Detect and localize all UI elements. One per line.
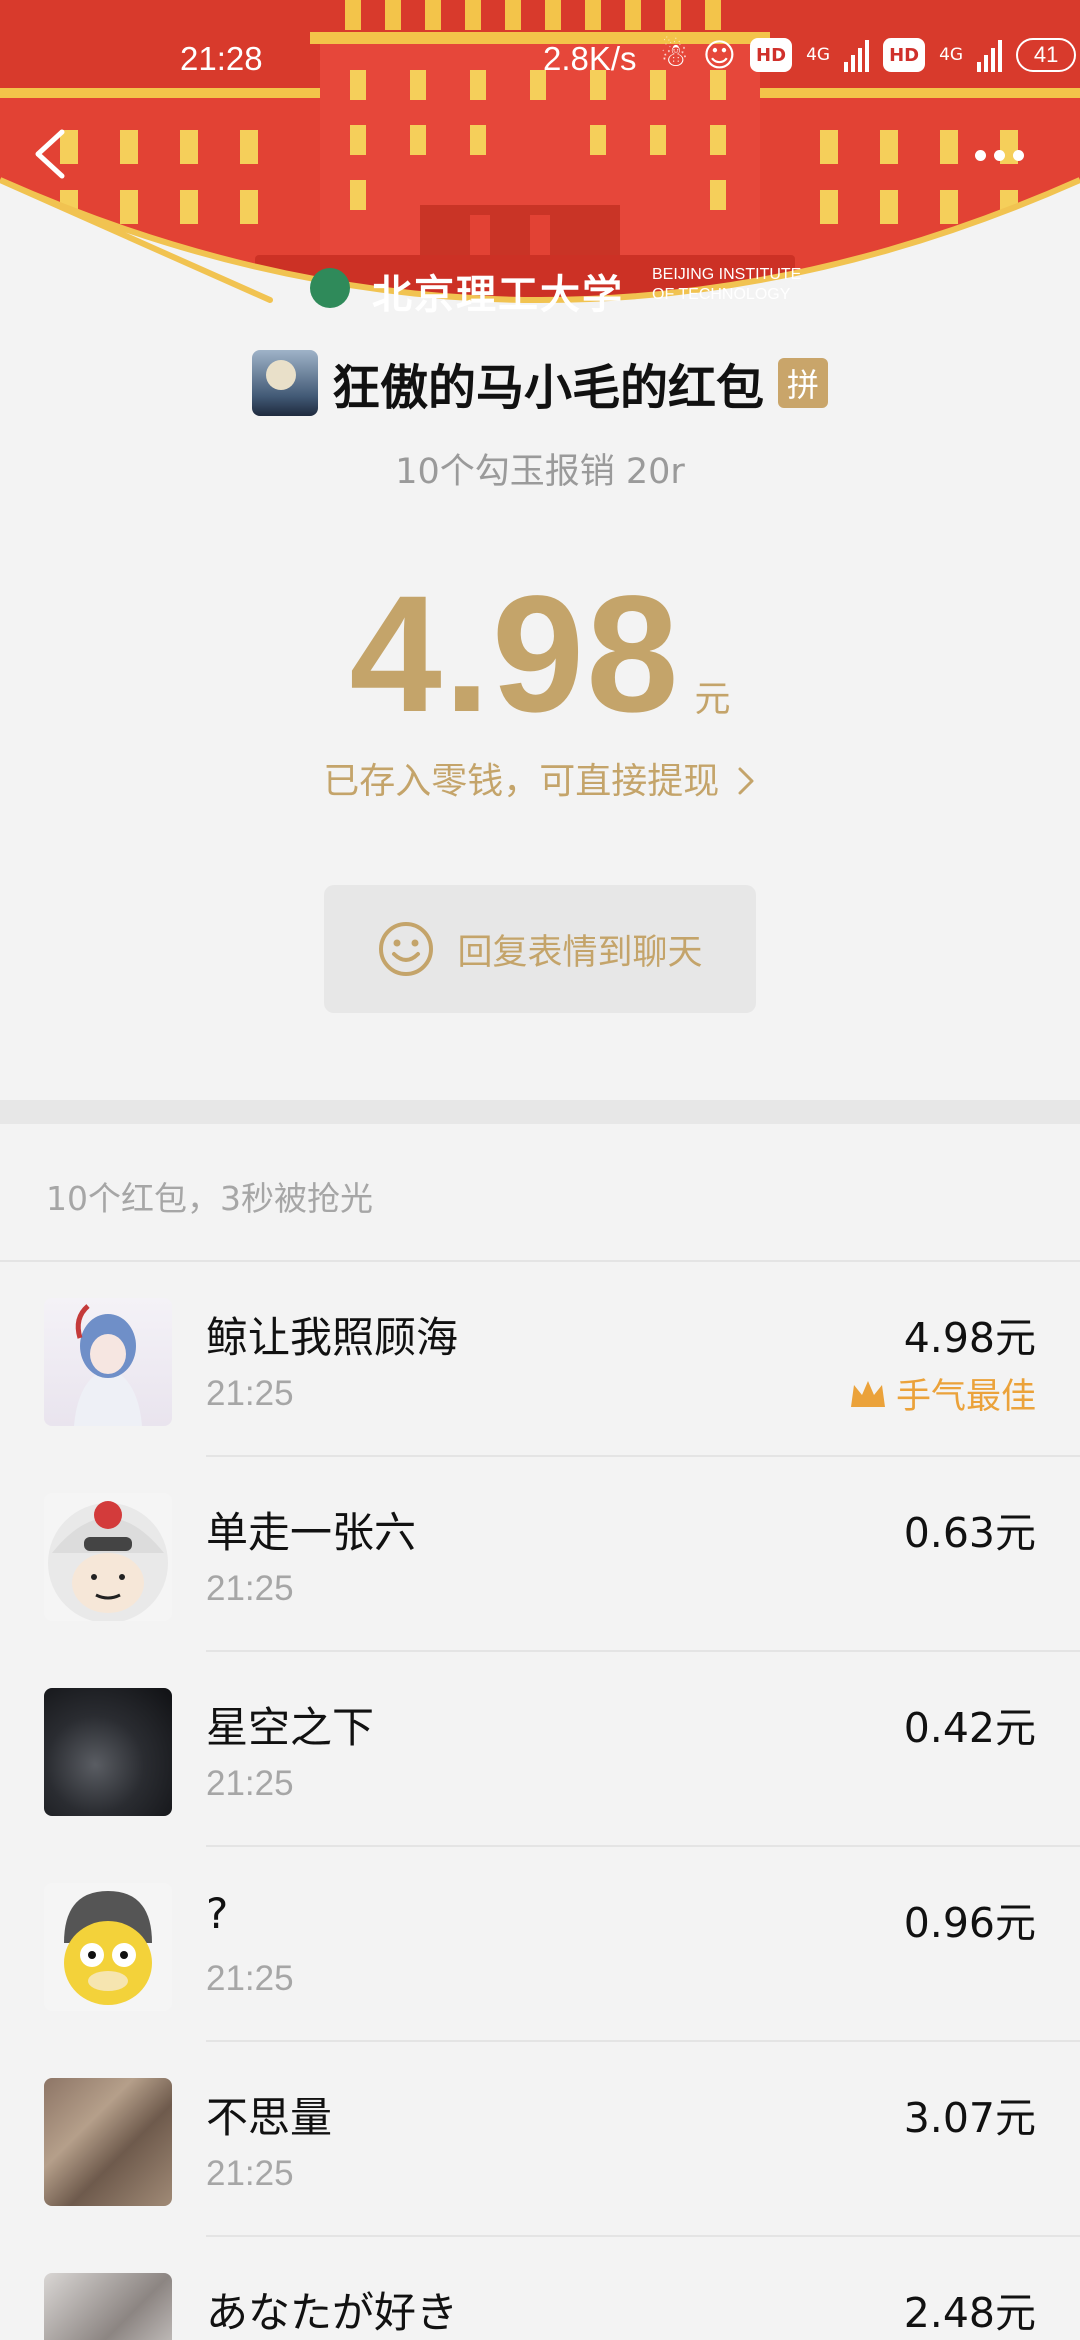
status-bar: 21:28 2.8K/s ☃ ☺ HD 4G HD 4G 41 bbox=[0, 0, 1080, 110]
list-item[interactable]: 鲸让我照顾海 21:25 4.98元 手气最佳 bbox=[0, 1262, 1080, 1457]
receiver-amount: 0.42元 bbox=[903, 1704, 1036, 1752]
receiver-avatar[interactable] bbox=[44, 1298, 172, 1426]
receiver-name: 鲸让我照顾海 bbox=[206, 1313, 459, 1362]
receiver-amount: 0.63元 bbox=[903, 1509, 1036, 1557]
receiver-time: 21:25 bbox=[206, 2154, 294, 2193]
reply-sticker-button[interactable]: 回复表情到聊天 bbox=[324, 885, 756, 1013]
best-luck-label: 手气最佳 bbox=[895, 1377, 1036, 1417]
list-item[interactable]: 单走一张六 21:25 0.63元 bbox=[0, 1457, 1080, 1652]
amount-unit: 元 bbox=[694, 679, 731, 720]
receiver-name: 星空之下 bbox=[206, 1703, 375, 1752]
receiver-name: 不思量 bbox=[206, 2093, 333, 2142]
receiver-time: 21:25 bbox=[206, 1764, 294, 1803]
receiver-amount: 4.98元 bbox=[903, 1314, 1036, 1362]
sender-name: 狂傲的马小毛的红包 bbox=[331, 360, 764, 416]
hd-badge-2: HD bbox=[883, 38, 926, 72]
receiver-name: あなたが好き bbox=[206, 2288, 459, 2337]
ghost-icon: ☃ bbox=[660, 36, 689, 74]
sender-avatar[interactable] bbox=[251, 350, 318, 416]
signal-icon-1 bbox=[844, 38, 870, 72]
more-dot-icon bbox=[975, 149, 986, 161]
crown-icon bbox=[850, 1380, 885, 1407]
receiver-avatar[interactable] bbox=[44, 1883, 172, 2011]
receiver-amount: 0.96元 bbox=[903, 1899, 1036, 1947]
receiver-avatar[interactable] bbox=[44, 2078, 172, 2206]
net-type-2: 4G bbox=[939, 45, 964, 65]
net-type-1: 4G bbox=[806, 45, 831, 65]
hd-badge-1: HD bbox=[750, 38, 793, 72]
more-dot-icon bbox=[1013, 149, 1024, 161]
amount-value: 4.98 bbox=[349, 562, 681, 747]
receiver-avatar[interactable] bbox=[44, 1493, 172, 1621]
list-item[interactable]: 不思量 21:25 3.07元 bbox=[0, 2042, 1080, 2237]
more-dot-icon bbox=[994, 149, 1005, 161]
stored-to-wallet-link[interactable]: 已存入零钱，可直接提现 bbox=[0, 752, 1080, 804]
chevron-right-icon bbox=[738, 767, 754, 795]
list-item[interactable]: ? 21:25 0.96元 bbox=[0, 1847, 1080, 2042]
pin-badge: 拼 bbox=[778, 358, 828, 408]
battery-icon: 41 bbox=[1016, 38, 1077, 72]
packet-message: 10个勾玉报销 20r bbox=[395, 452, 685, 492]
receiver-name: ? bbox=[206, 1889, 229, 1938]
receiver-avatar[interactable] bbox=[44, 1688, 172, 1816]
grab-summary: 10个红包，3秒被抢光 bbox=[46, 1179, 373, 1218]
smiley-face-icon bbox=[379, 922, 434, 976]
receiver-avatar[interactable] bbox=[44, 2273, 172, 2340]
receiver-list: 鲸让我照顾海 21:25 4.98元 手气最佳 单走一张六 21:25 0.63… bbox=[0, 1262, 1080, 2340]
stored-text: 已存入零钱，可直接提现 bbox=[323, 761, 720, 802]
receiver-amount: 2.48元 bbox=[903, 2289, 1036, 2337]
school-name-en-1: BEIJING INSTITUTE bbox=[652, 266, 802, 283]
amount-display: 4.98 元 bbox=[0, 560, 1080, 750]
smiley-icon: ☺ bbox=[702, 36, 737, 74]
list-item[interactable]: 星空之下 21:25 0.42元 bbox=[0, 1652, 1080, 1847]
back-button[interactable] bbox=[26, 126, 76, 182]
sender-row: 狂傲的马小毛的红包 拼 bbox=[0, 348, 1080, 418]
school-name-cn: 北京理工大学 bbox=[372, 271, 624, 318]
reply-sticker-label: 回复表情到聊天 bbox=[457, 932, 703, 973]
receiver-time: 21:25 bbox=[206, 1374, 294, 1413]
status-net-speed: 2.8K/s bbox=[543, 40, 637, 77]
best-luck-badge: 手气最佳 bbox=[848, 1368, 1036, 1419]
receiver-time: 21:25 bbox=[206, 1569, 294, 1608]
receiver-amount: 3.07元 bbox=[903, 2094, 1036, 2142]
signal-icon-2 bbox=[977, 38, 1003, 72]
section-divider bbox=[0, 1100, 1080, 1124]
list-item[interactable]: あなたが好き 2.48元 bbox=[0, 2237, 1080, 2340]
school-name-en-2: OF TECHNOLOGY bbox=[652, 286, 791, 303]
more-options-button[interactable] bbox=[975, 140, 1035, 170]
status-icons: ☃ ☺ HD 4G HD 4G 41 bbox=[660, 36, 1077, 74]
chevron-left-icon bbox=[35, 129, 65, 179]
school-seal bbox=[310, 268, 350, 308]
receiver-time: 21:25 bbox=[206, 1959, 294, 1998]
receiver-name: 单走一张六 bbox=[206, 1508, 417, 1557]
status-time: 21:28 bbox=[180, 40, 263, 77]
